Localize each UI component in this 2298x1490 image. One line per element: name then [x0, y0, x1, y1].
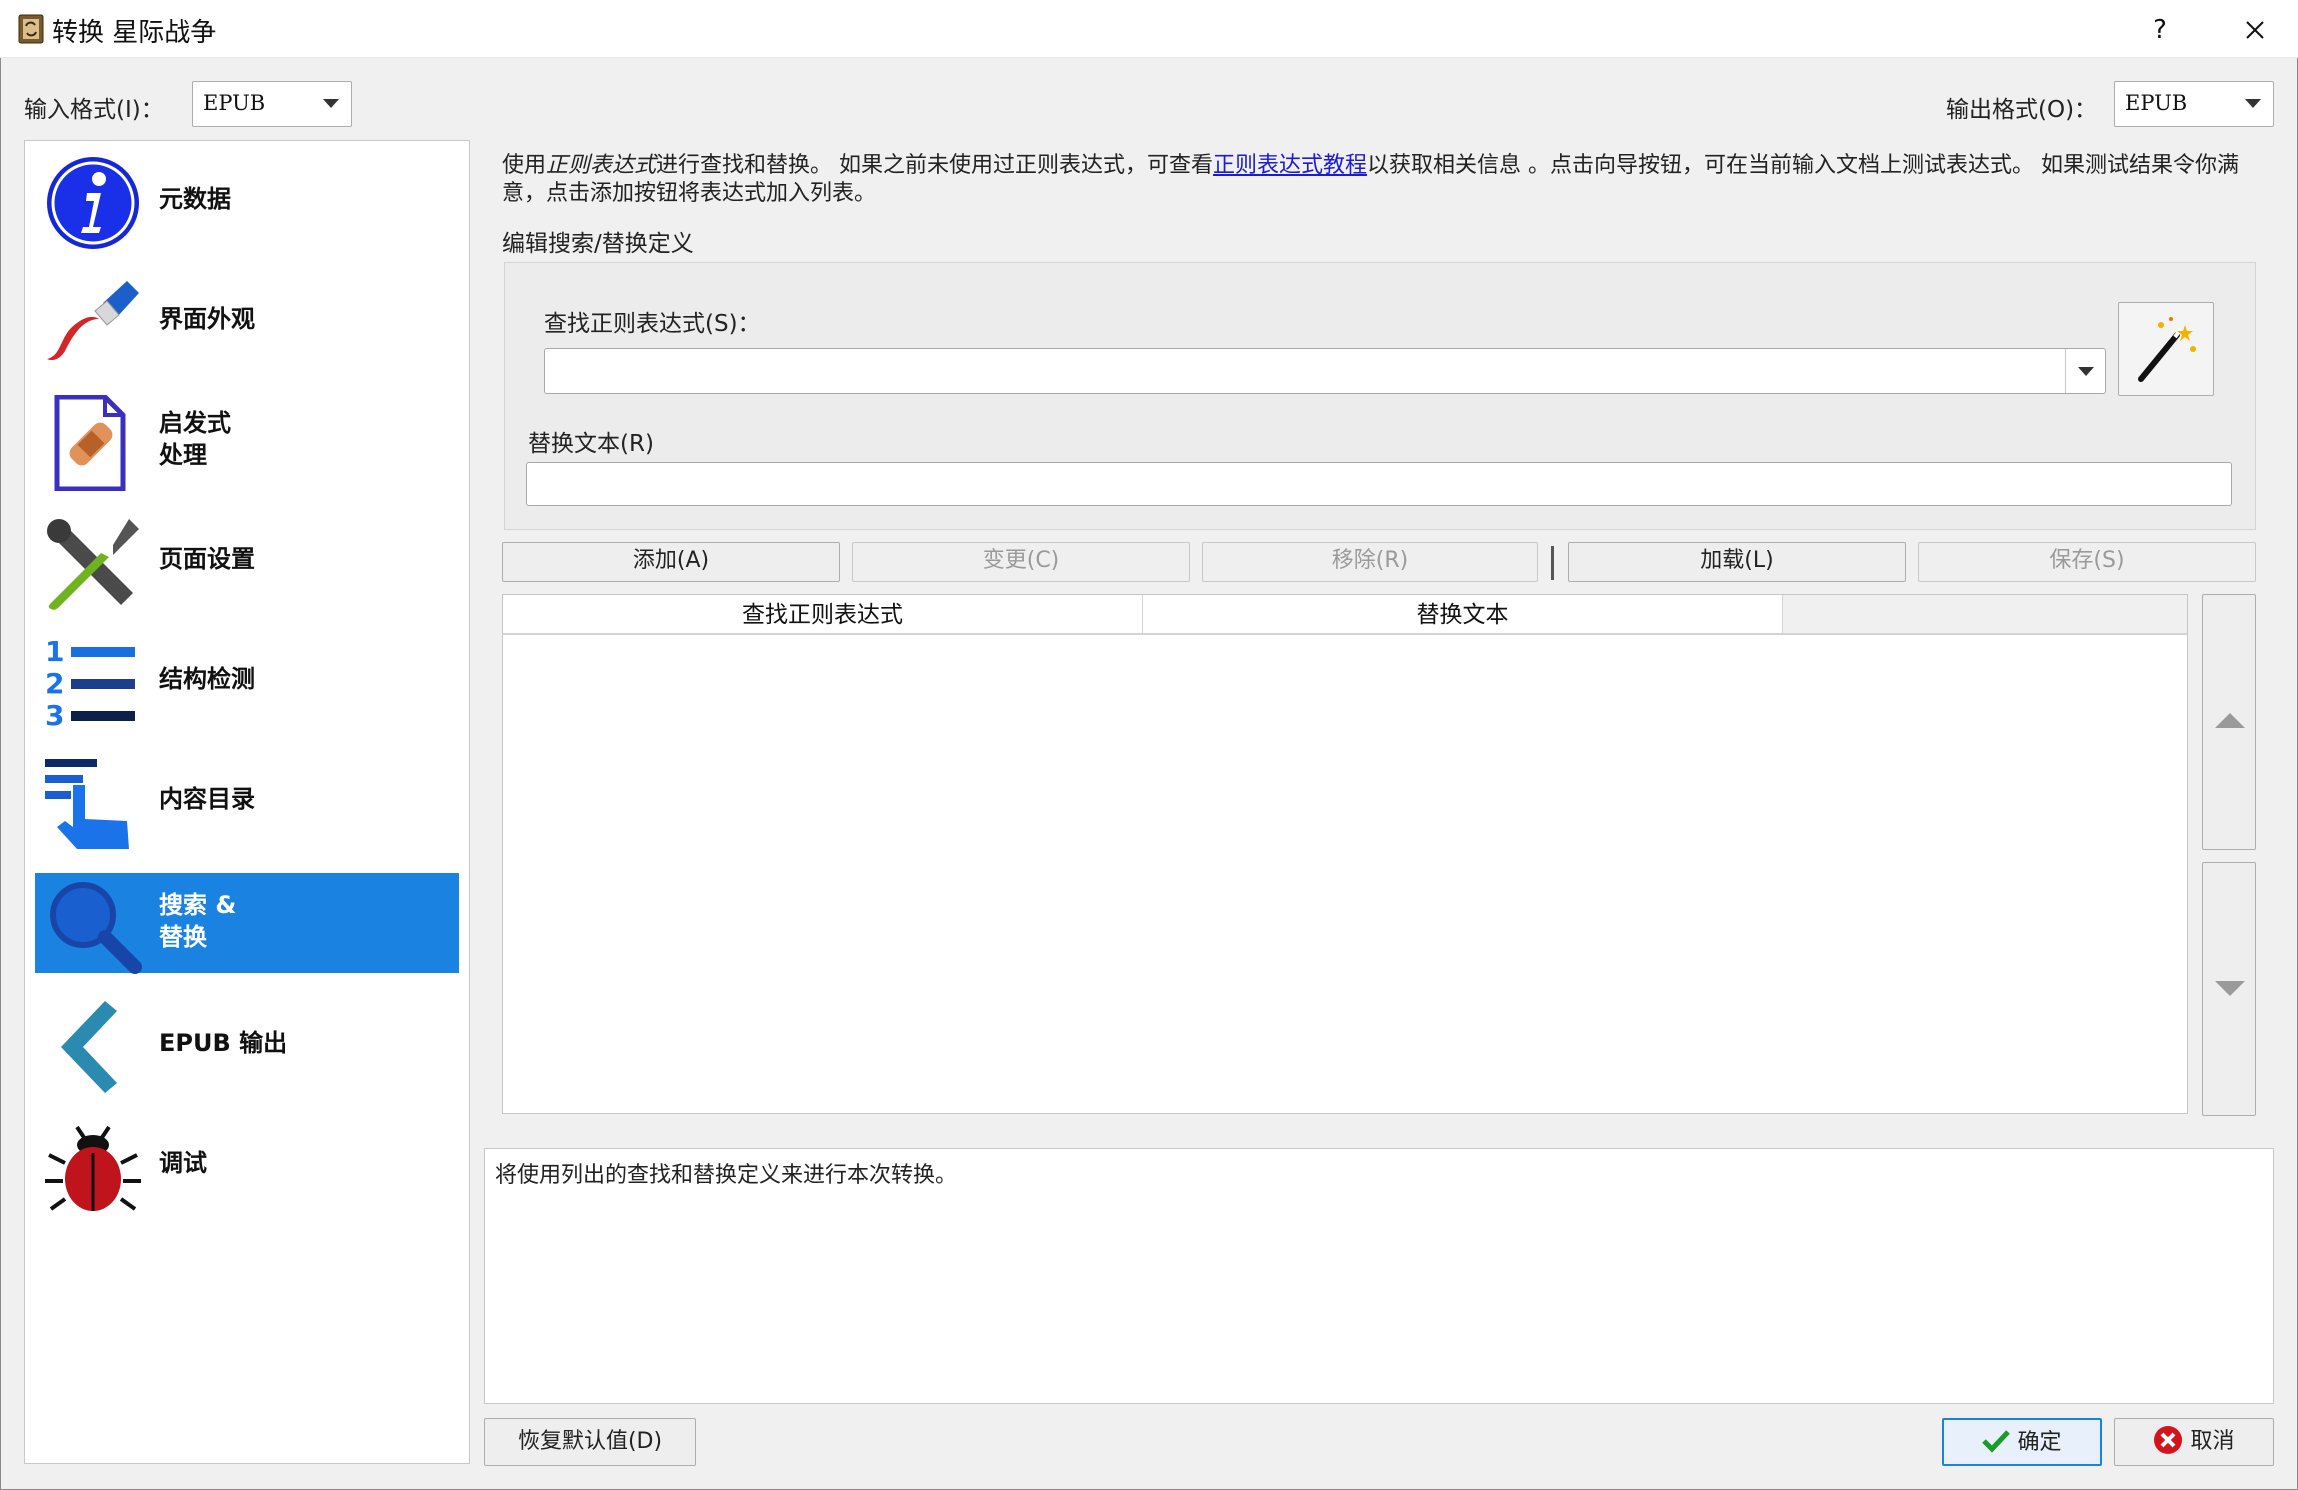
info-icon	[43, 155, 143, 251]
chevron-left-icon	[43, 999, 143, 1095]
desc-italic: 正则表达式	[546, 153, 657, 178]
sidebar-item-table-of-contents[interactable]: 内容目录	[35, 749, 459, 849]
desc-part2: 进行查找和替换。 如果之前未使用过正则表达式，可查看	[656, 153, 1214, 178]
replace-text-label: 替换文本(R)	[528, 431, 654, 457]
bandage-document-icon	[43, 394, 143, 492]
magic-wand-icon	[2138, 317, 2196, 382]
svg-text:3: 3	[45, 699, 64, 731]
restore-defaults-button[interactable]: 恢复默认值(D)	[484, 1418, 696, 1466]
sidebar: 元数据 界面外观 启发式 处理 页面设置 1 2 3 结构检测 内容目录 搜索 …	[24, 140, 470, 1464]
close-icon	[2246, 21, 2264, 39]
sidebar-item-label: 页面设置	[159, 545, 255, 573]
chevron-down-icon	[2245, 99, 2261, 108]
chevron-down-icon	[323, 99, 339, 108]
search-replace-table[interactable]: 查找正则表达式 替换文本	[502, 594, 2188, 1114]
search-regex-label: 查找正则表达式(S)：	[544, 311, 761, 337]
sidebar-item-label: EPUB 输出	[159, 1029, 288, 1057]
title-bar: 转换 星际战争 ?	[0, 0, 2298, 58]
arrow-up-icon	[2215, 713, 2245, 728]
desc-part1: 使用	[502, 153, 547, 178]
toc-hand-icon	[43, 755, 143, 851]
column-header-search[interactable]: 查找正则表达式	[503, 595, 1143, 635]
sidebar-item-label: 启发式 处理	[159, 409, 231, 469]
checkmark-icon	[1982, 1430, 2011, 1453]
sidebar-item-epub-output[interactable]: EPUB 输出	[35, 993, 459, 1093]
save-button[interactable]: 保存(S)	[1918, 542, 2256, 582]
output-format-select[interactable]: EPUB	[2114, 81, 2274, 127]
cancel-button[interactable]: 取消	[2114, 1418, 2274, 1466]
output-format-label: 输出格式(O)：	[1946, 97, 2098, 123]
help-button[interactable]: ?	[2140, 10, 2180, 50]
magnifier-icon	[43, 879, 143, 975]
input-format-value: EPUB	[203, 91, 266, 115]
bug-icon	[43, 1119, 143, 1215]
column-header-replace[interactable]: 替换文本	[1143, 595, 1783, 635]
calibre-app-icon	[18, 14, 44, 44]
regex-wizard-button[interactable]	[2118, 302, 2214, 396]
search-regex-combobox[interactable]	[544, 348, 2106, 394]
sidebar-item-structure-detection[interactable]: 1 2 3 结构检测	[35, 629, 459, 732]
move-up-button[interactable]	[2202, 594, 2256, 850]
add-button[interactable]: 添加(A)	[502, 542, 840, 582]
cancel-label: 取消	[2190, 1429, 2235, 1454]
sidebar-item-label: 元数据	[159, 185, 231, 213]
tools-icon	[43, 515, 143, 611]
change-button[interactable]: 变更(C)	[852, 542, 1190, 582]
sidebar-item-look-and-feel[interactable]: 界面外观	[35, 269, 459, 369]
paintbrush-icon	[43, 275, 143, 371]
numbered-list-icon: 1 2 3	[43, 635, 143, 732]
sidebar-item-search-replace[interactable]: 搜索 & 替换	[35, 873, 459, 975]
sidebar-item-label: 界面外观	[159, 305, 255, 333]
description-text: 使用正则表达式进行查找和替换。 如果之前未使用过正则表达式，可查看正则表达式教程…	[502, 152, 2250, 208]
sidebar-item-label: 搜索 & 替换	[159, 891, 237, 951]
svg-text:1: 1	[45, 635, 64, 668]
help-message-box: 将使用列出的查找和替换定义来进行本次转换。	[484, 1148, 2274, 1404]
sidebar-item-debug[interactable]: 调试	[35, 1113, 459, 1213]
group-title: 编辑搜索/替换定义	[502, 231, 694, 257]
chevron-down-icon	[2078, 367, 2094, 376]
separator	[1551, 546, 1554, 580]
output-format-value: EPUB	[2125, 91, 2188, 115]
input-format-select[interactable]: EPUB	[192, 81, 352, 127]
ok-button[interactable]: 确定	[1942, 1418, 2102, 1466]
window-title: 转换 星际战争	[52, 18, 217, 48]
sidebar-item-heuristics[interactable]: 启发式 处理	[35, 389, 459, 499]
regex-tutorial-link[interactable]: 正则表达式教程	[1213, 153, 1367, 178]
input-format-label: 输入格式(I)：	[24, 97, 164, 123]
sidebar-item-label: 内容目录	[159, 785, 255, 813]
header-filler	[1783, 595, 2187, 635]
help-message-text: 将使用列出的查找和替换定义来进行本次转换。	[495, 1163, 958, 1188]
remove-button[interactable]: 移除(R)	[1202, 542, 1538, 582]
close-button[interactable]	[2232, 8, 2278, 52]
replace-text-input[interactable]	[526, 462, 2232, 506]
sidebar-item-metadata[interactable]: 元数据	[35, 149, 459, 249]
search-regex-dropdown-button[interactable]	[2065, 349, 2105, 393]
arrow-down-icon	[2215, 981, 2245, 996]
ok-label: 确定	[2017, 1430, 2062, 1455]
cancel-x-icon	[2154, 1426, 2183, 1454]
sidebar-item-label: 调试	[159, 1149, 207, 1177]
sidebar-item-label: 结构检测	[159, 665, 255, 693]
move-down-button[interactable]	[2202, 862, 2256, 1116]
load-button[interactable]: 加载(L)	[1568, 542, 1906, 582]
sidebar-item-page-setup[interactable]: 页面设置	[35, 509, 459, 611]
svg-text:2: 2	[45, 667, 64, 700]
